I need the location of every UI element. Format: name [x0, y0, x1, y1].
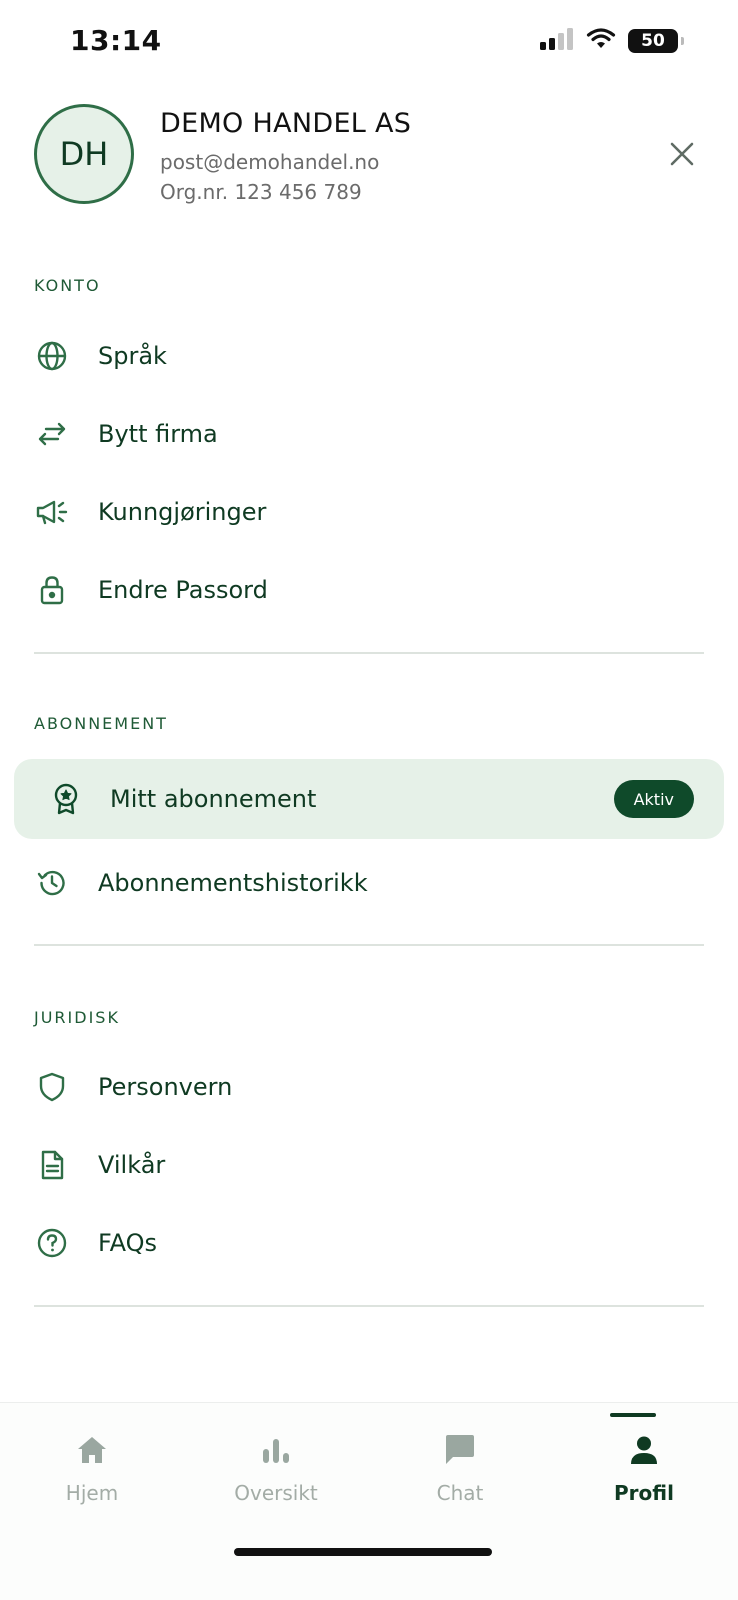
- menu-item-faqs[interactable]: FAQs: [34, 1211, 704, 1275]
- status-icons: 50: [540, 28, 684, 54]
- status-time: 13:14: [70, 24, 162, 57]
- status-bar: 13:14 50: [0, 0, 738, 84]
- menu-item-sprak[interactable]: Språk: [34, 324, 704, 388]
- section-title-abonnement: ABONNEMENT: [34, 714, 168, 733]
- swap-arrows-icon: [34, 416, 70, 452]
- company-email: post@demohandel.no: [160, 150, 380, 174]
- menu-label: Bytt firma: [98, 420, 218, 448]
- menu-item-vilkar[interactable]: Vilkår: [34, 1133, 704, 1197]
- menu-item-abonnementshistorikk[interactable]: Abonnementshistorikk: [34, 851, 704, 915]
- tab-hjem[interactable]: Hjem: [0, 1403, 184, 1523]
- divider: [34, 1305, 704, 1307]
- divider: [34, 944, 704, 946]
- tab-oversikt[interactable]: Oversikt: [184, 1403, 368, 1523]
- document-icon: [34, 1147, 70, 1183]
- close-icon: [670, 142, 694, 166]
- tab-profil[interactable]: Profil: [552, 1403, 736, 1523]
- company-org-number: Org.nr. 123 456 789: [160, 180, 362, 204]
- menu-item-endre-passord[interactable]: Endre Passord: [34, 558, 704, 622]
- menu-label: Kunngjøringer: [98, 498, 267, 526]
- menu-item-personvern[interactable]: Personvern: [34, 1055, 704, 1119]
- active-tab-indicator: [610, 1413, 656, 1417]
- tab-label: Chat: [436, 1481, 484, 1505]
- menu-label: Vilkår: [98, 1151, 166, 1179]
- menu-label: FAQs: [98, 1229, 157, 1257]
- history-icon: [34, 865, 70, 901]
- home-icon: [75, 1433, 109, 1467]
- person-icon: [627, 1433, 661, 1467]
- bar-chart-icon: [259, 1433, 293, 1467]
- profile-header: DH DEMO HANDEL AS post@demohandel.no Org…: [34, 104, 704, 206]
- section-title-juridisk: JURIDISK: [34, 1008, 120, 1027]
- signal-icon: [540, 28, 574, 54]
- menu-item-bytt-firma[interactable]: Bytt firma: [34, 402, 704, 466]
- globe-icon: [34, 338, 70, 374]
- avatar: DH: [34, 104, 134, 204]
- award-icon: [48, 781, 84, 817]
- chat-bubble-icon: [443, 1433, 477, 1467]
- tab-bar: Hjem Oversikt Chat Profil: [0, 1402, 738, 1600]
- shield-icon: [34, 1069, 70, 1105]
- status-badge: Aktiv: [613, 780, 694, 818]
- menu-label: Abonnementshistorikk: [98, 869, 368, 897]
- tab-label: Profil: [614, 1481, 674, 1505]
- company-name: DEMO HANDEL AS: [160, 108, 412, 139]
- tab-label: Hjem: [65, 1481, 119, 1505]
- menu-label: Mitt abonnement: [110, 785, 317, 813]
- wifi-icon: [586, 28, 616, 54]
- battery-icon: 50: [628, 29, 684, 53]
- home-indicator[interactable]: [234, 1548, 492, 1556]
- help-circle-icon: [34, 1225, 70, 1261]
- section-title-konto: KONTO: [34, 276, 101, 295]
- lock-icon: [34, 572, 70, 608]
- tab-chat[interactable]: Chat: [368, 1403, 552, 1523]
- divider: [34, 652, 704, 654]
- menu-label: Endre Passord: [98, 576, 268, 604]
- menu-label: Språk: [98, 342, 167, 370]
- menu-item-mitt-abonnement[interactable]: Mitt abonnement Aktiv: [14, 759, 724, 839]
- megaphone-icon: [34, 494, 70, 530]
- close-button[interactable]: [660, 132, 704, 176]
- tab-label: Oversikt: [234, 1481, 318, 1505]
- menu-item-kunngjoringer[interactable]: Kunngjøringer: [34, 480, 704, 544]
- menu-label: Personvern: [98, 1073, 233, 1101]
